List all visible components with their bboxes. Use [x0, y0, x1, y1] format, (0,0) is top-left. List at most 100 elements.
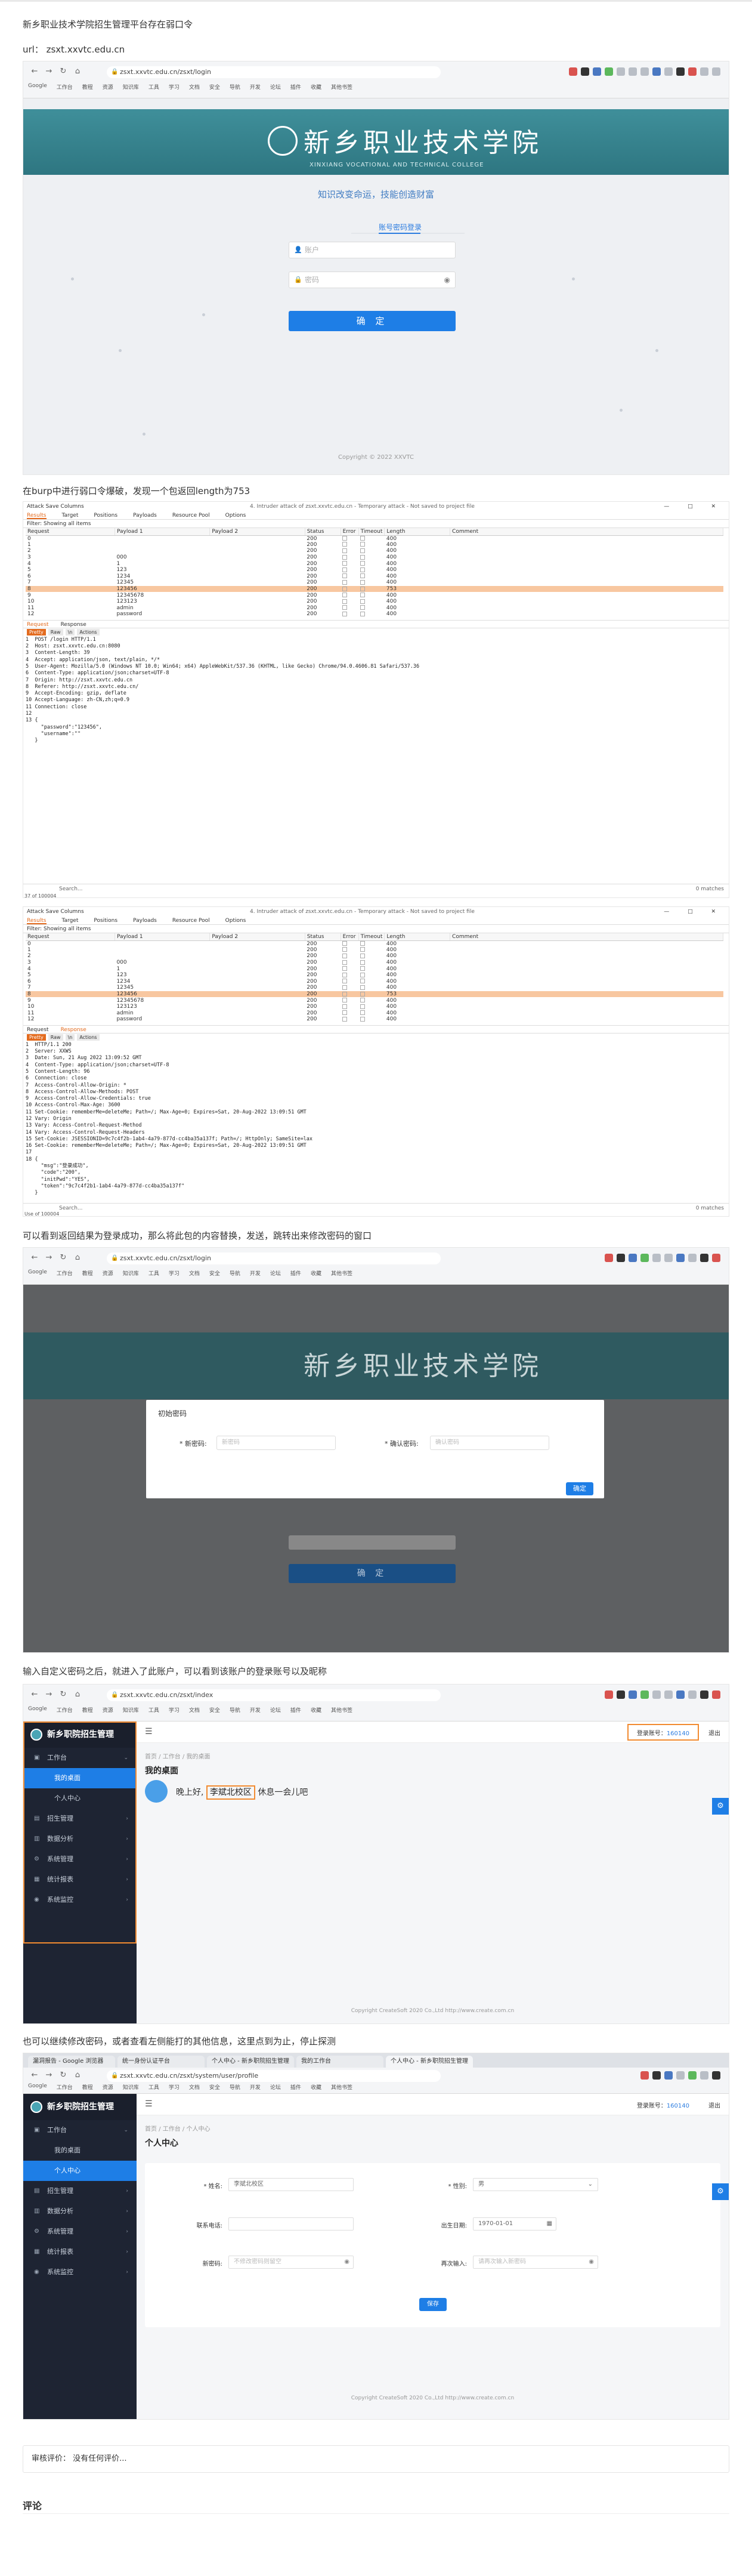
- table-row[interactable]: 1 200 400: [26, 542, 723, 548]
- table-row[interactable]: 12 password 200 400: [26, 611, 723, 618]
- view-tab[interactable]: Pretty: [27, 1034, 46, 1041]
- bookmark-item[interactable]: 知识库: [123, 1706, 139, 1717]
- address-bar[interactable]: 🔒 zsxt.xxvtc.edu.cn/zsxt/system/user/prof…: [107, 2070, 441, 2082]
- table-row[interactable]: 9 12345678 200 400: [26, 592, 723, 599]
- table-row[interactable]: 8 123456 200 753: [26, 585, 723, 593]
- address-bar[interactable]: 🔒 zsxt.xxvtc.edu.cn/zsxt/index: [107, 1689, 441, 1701]
- logout-link[interactable]: 退出: [708, 2100, 720, 2109]
- burp-tab-payloads[interactable]: Payloads: [133, 511, 157, 519]
- burp-tab-target[interactable]: Target: [62, 917, 79, 924]
- burp-tab-options[interactable]: Options: [225, 511, 246, 519]
- forward-icon[interactable]: →: [44, 2070, 54, 2081]
- bookmark-item[interactable]: 文档: [189, 2083, 200, 2094]
- name-input[interactable]: 李斌北校区: [228, 2178, 354, 2191]
- bookmark-item[interactable]: 插件: [290, 83, 301, 94]
- repeat-password-input[interactable]: 请再次输入新密码 ◉: [473, 2256, 598, 2269]
- browser-tab[interactable]: 个人中心 - 新乡职院招生管理: [207, 2056, 294, 2068]
- bookmark-item[interactable]: 导航: [230, 1269, 240, 1280]
- sidebar-item[interactable]: ▦ 统计报表 ›: [23, 2242, 137, 2262]
- table-row[interactable]: 10 123123 200 400: [26, 599, 723, 605]
- column-header[interactable]: Error: [341, 933, 359, 941]
- bookmark-item[interactable]: 资源: [103, 1706, 113, 1717]
- settings-gear-icon[interactable]: ⚙: [712, 1798, 729, 1815]
- table-row[interactable]: 8 123456 200 753: [26, 991, 723, 998]
- column-header[interactable]: Payload 2: [209, 528, 305, 536]
- sidebar-item[interactable]: ▤ 招生管理 ›: [23, 2181, 137, 2201]
- bookmark-item[interactable]: 插件: [290, 1706, 301, 1717]
- view-tab[interactable]: \n: [65, 629, 75, 636]
- address-bar[interactable]: 🔒 zsxt.xxvtc.edu.cn/zsxt/login: [107, 1252, 441, 1264]
- eye-icon[interactable]: ◉: [344, 2256, 349, 2268]
- bookmark-item[interactable]: 工作台: [57, 2083, 73, 2094]
- bookmark-item[interactable]: 收藏: [311, 83, 321, 94]
- bookmark-item[interactable]: 其他书签: [331, 1706, 352, 1717]
- bookmark-item[interactable]: 学习: [169, 2083, 180, 2094]
- bookmark-item[interactable]: 安全: [209, 2083, 220, 2094]
- bookmark-item[interactable]: 学习: [169, 1269, 180, 1280]
- sidebar-item[interactable]: ▥ 数据分析 ›: [23, 2201, 137, 2222]
- table-row[interactable]: 6 1234 200 400: [26, 573, 723, 580]
- burp-tab-results[interactable]: Results: [27, 511, 47, 519]
- bookmark-item[interactable]: 工具: [148, 1706, 159, 1717]
- bookmark-item[interactable]: 收藏: [311, 1269, 321, 1280]
- back-icon[interactable]: ←: [29, 66, 40, 77]
- gender-select[interactable]: 男 ⌄: [473, 2178, 598, 2191]
- table-row[interactable]: 4 1 200 400: [26, 560, 723, 567]
- bookmark-item[interactable]: Google: [28, 83, 47, 94]
- back-icon[interactable]: ←: [29, 1252, 40, 1263]
- home-icon[interactable]: ⌂: [72, 1689, 83, 1700]
- phone-input[interactable]: [228, 2217, 354, 2231]
- window-controls[interactable]: — □ ✕: [664, 907, 724, 917]
- column-header[interactable]: Comment: [450, 528, 723, 536]
- browser-tab[interactable]: 统一身份认证平台: [117, 2056, 205, 2068]
- bookmark-item[interactable]: 安全: [209, 1706, 220, 1717]
- bookmark-item[interactable]: 论坛: [270, 1706, 281, 1717]
- home-icon[interactable]: ⌂: [72, 2070, 83, 2081]
- reload-icon[interactable]: ↻: [58, 2070, 69, 2081]
- view-tab[interactable]: Raw: [48, 1034, 63, 1041]
- burp-tab-resource-pool[interactable]: Resource Pool: [172, 511, 210, 519]
- bookmark-item[interactable]: 开发: [250, 83, 261, 94]
- modal-confirm-button[interactable]: 确定: [566, 1482, 593, 1495]
- bookmark-item[interactable]: 资源: [103, 1269, 113, 1280]
- burp-tab-target[interactable]: Target: [62, 511, 79, 519]
- bookmark-item[interactable]: 开发: [250, 1706, 261, 1717]
- table-row[interactable]: 2 200 400: [26, 953, 723, 960]
- password-input[interactable]: 🔒 密码 ◉: [289, 272, 456, 288]
- sidebar-item[interactable]: 个人中心: [23, 2161, 137, 2181]
- sidebar-item[interactable]: ▣ 工作台 ⌄: [23, 2120, 137, 2140]
- home-icon[interactable]: ⌂: [72, 66, 83, 77]
- table-row[interactable]: 12 password 200 400: [26, 1016, 723, 1023]
- column-header[interactable]: Timeout: [358, 933, 385, 941]
- bookmark-item[interactable]: 工具: [148, 83, 159, 94]
- tab-password-login[interactable]: 账号密码登录: [379, 222, 422, 232]
- column-header[interactable]: Status: [305, 933, 341, 941]
- table-row[interactable]: 1 200 400: [26, 947, 723, 954]
- bookmark-item[interactable]: 工具: [148, 1269, 159, 1280]
- bookmark-item[interactable]: 文档: [189, 1269, 200, 1280]
- bookmark-item[interactable]: 安全: [209, 1269, 220, 1280]
- table-row[interactable]: 7 12345 200 400: [26, 579, 723, 586]
- bookmark-item[interactable]: 资源: [103, 2083, 113, 2094]
- bookmark-item[interactable]: 知识库: [123, 1269, 139, 1280]
- bookmark-item[interactable]: 论坛: [270, 1269, 281, 1280]
- column-header[interactable]: Timeout: [358, 528, 385, 536]
- column-header[interactable]: Payload 2: [209, 933, 305, 941]
- column-header[interactable]: Payload 1: [114, 528, 211, 536]
- table-row[interactable]: 10 123123 200 400: [26, 1004, 723, 1010]
- tab-response[interactable]: Response: [61, 1026, 86, 1033]
- burp-filter[interactable]: Filter: Showing all items: [23, 925, 729, 933]
- column-header[interactable]: Error: [341, 528, 359, 536]
- browser-tab[interactable]: 个人中心 - 新乡职院招生管理: [386, 2056, 473, 2068]
- bookmark-item[interactable]: 工具: [148, 2083, 159, 2094]
- eye-icon[interactable]: ◉: [589, 2256, 594, 2268]
- table-row[interactable]: 7 12345 200 400: [26, 985, 723, 991]
- save-button[interactable]: 保存: [419, 2298, 447, 2311]
- bookmark-item[interactable]: 论坛: [270, 83, 281, 94]
- burp-search-bar[interactable]: Search... 0 matches: [23, 884, 729, 893]
- bookmark-item[interactable]: 导航: [230, 2083, 240, 2094]
- table-row[interactable]: 4 1 200 400: [26, 965, 723, 972]
- home-icon[interactable]: ⌂: [72, 1252, 83, 1263]
- bookmark-item[interactable]: 导航: [230, 1706, 240, 1717]
- forward-icon[interactable]: →: [44, 1252, 54, 1263]
